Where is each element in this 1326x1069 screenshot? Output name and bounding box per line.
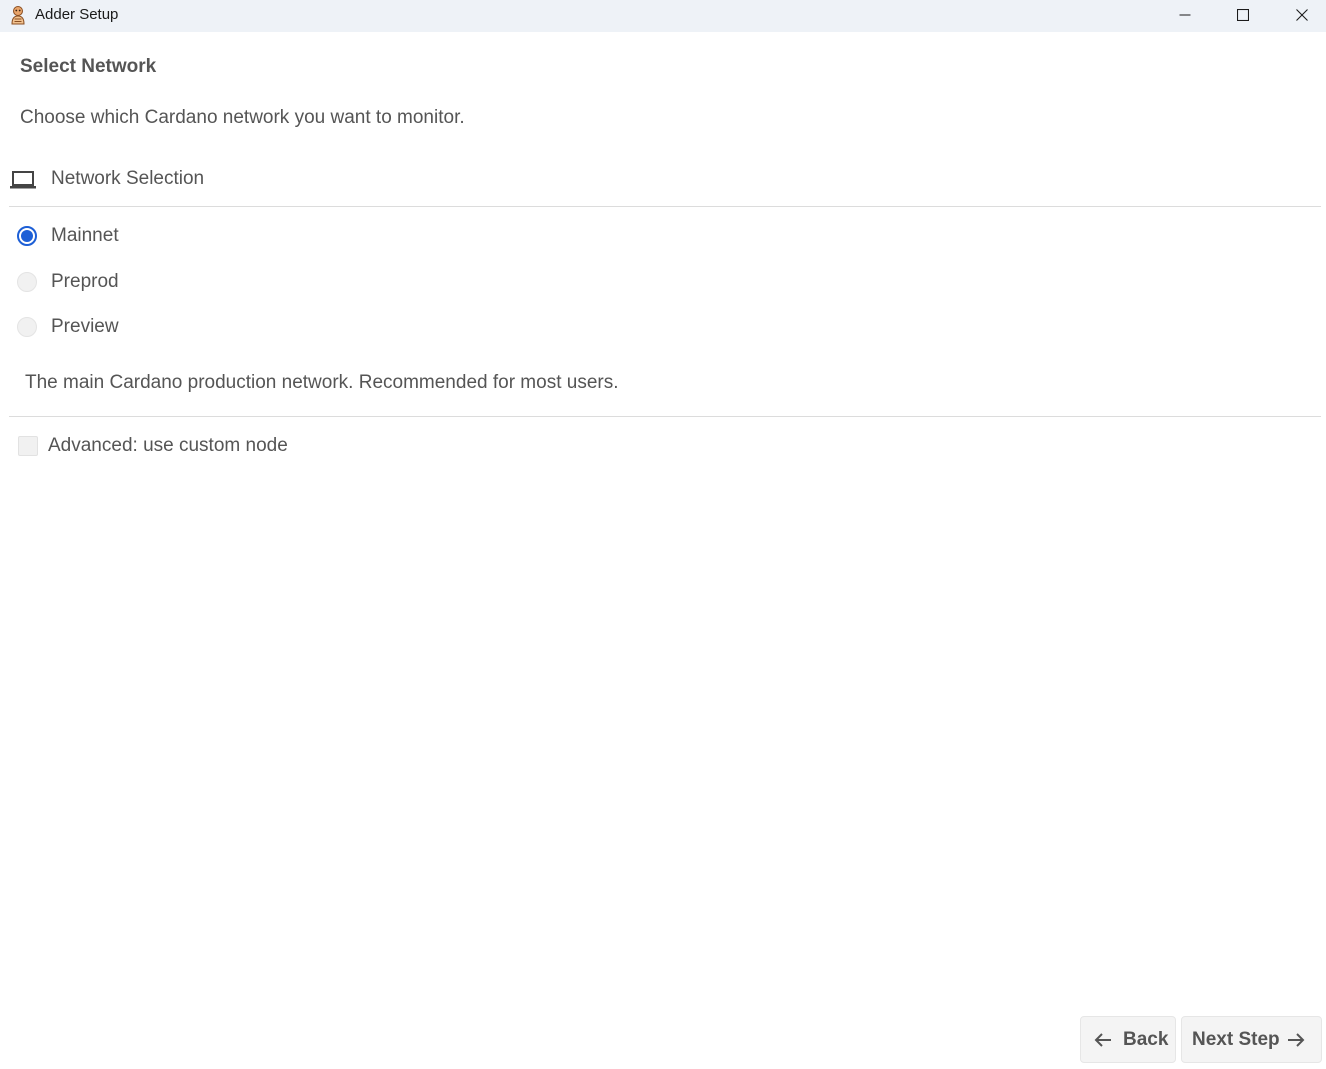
back-button-label: Back: [1123, 1028, 1169, 1050]
page-title: Select Network: [20, 56, 157, 77]
advanced-custom-node-label: Advanced: use custom node: [48, 435, 288, 456]
close-button[interactable]: [1279, 0, 1325, 30]
next-step-button[interactable]: Next Step: [1181, 1016, 1322, 1063]
section-label: Network Selection: [51, 168, 205, 189]
next-step-button-label: Next Step: [1192, 1028, 1280, 1050]
maximize-icon: [1237, 9, 1249, 21]
radio-button-mainnet[interactable]: [17, 226, 37, 246]
close-icon: [1296, 9, 1308, 21]
section-divider: [9, 206, 1321, 207]
page-description: Choose which Cardano network you want to…: [20, 107, 465, 128]
arrow-right-icon: [1286, 1030, 1306, 1050]
radio-button-preview[interactable]: [17, 317, 37, 337]
advanced-custom-node-option[interactable]: Advanced: use custom node: [18, 434, 288, 458]
radio-label-mainnet: Mainnet: [51, 225, 119, 246]
radio-label-preview: Preview: [51, 316, 119, 337]
network-description: The main Cardano production network. Rec…: [25, 372, 619, 393]
minimize-button[interactable]: [1162, 0, 1208, 30]
advanced-divider: [9, 416, 1321, 417]
laptop-icon: [9, 168, 37, 190]
title-bar[interactable]: Adder Setup: [0, 0, 1326, 32]
adder-app-icon: [8, 5, 28, 25]
back-button[interactable]: Back: [1080, 1016, 1176, 1063]
setup-window: Adder Setup Select Network Choose which …: [0, 0, 1326, 1069]
maximize-button[interactable]: [1220, 0, 1266, 30]
radio-option-mainnet[interactable]: Mainnet: [17, 224, 119, 248]
arrow-left-icon: [1093, 1030, 1113, 1050]
window-title: Adder Setup: [35, 6, 119, 23]
advanced-custom-node-checkbox[interactable]: [18, 436, 38, 456]
radio-option-preview[interactable]: Preview: [17, 315, 119, 339]
radio-label-preprod: Preprod: [51, 271, 119, 292]
minimize-icon: [1179, 14, 1191, 16]
radio-button-preprod[interactable]: [17, 272, 37, 292]
radio-option-preprod[interactable]: Preprod: [17, 270, 119, 294]
section-header: Network Selection: [9, 166, 204, 192]
